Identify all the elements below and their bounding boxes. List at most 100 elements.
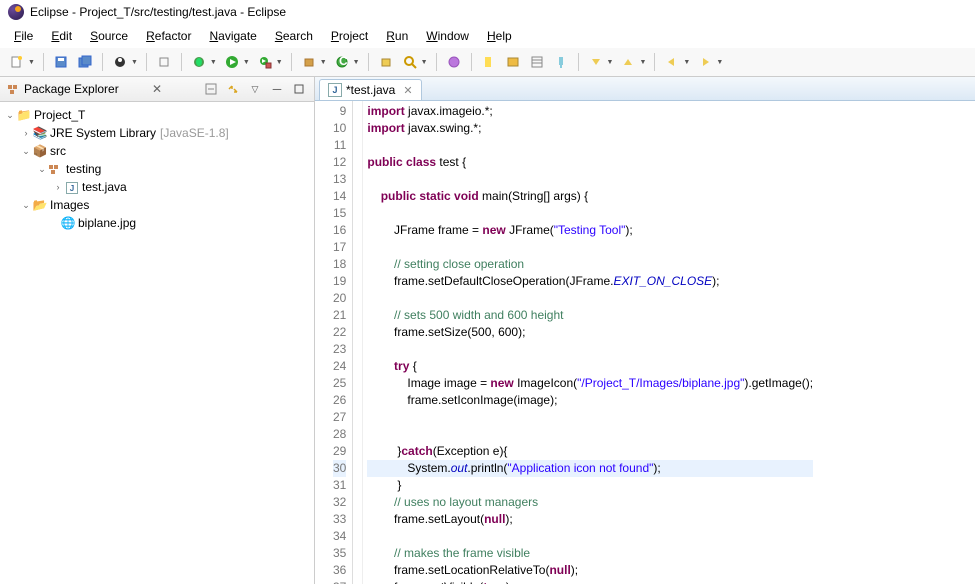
toggle-block-button[interactable] [502, 51, 524, 73]
line-number[interactable]: 22 [333, 324, 346, 341]
menu-project[interactable]: Project [323, 26, 376, 46]
code-line[interactable] [367, 426, 813, 443]
dropdown-arrow-icon[interactable]: ▼ [320, 59, 327, 66]
editor-tab[interactable]: J *test.java ✕ [319, 79, 422, 100]
dropdown-arrow-icon[interactable]: ▼ [131, 59, 138, 66]
menu-source[interactable]: Source [82, 26, 136, 46]
dropdown-arrow-icon[interactable]: ▼ [421, 59, 428, 66]
code-line[interactable] [367, 290, 813, 307]
code-line[interactable]: System.out.println("Application icon not… [367, 460, 813, 477]
save-button[interactable] [50, 51, 72, 73]
expand-icon[interactable]: ⌄ [4, 110, 16, 121]
dropdown-arrow-icon[interactable]: ▼ [607, 59, 614, 66]
menu-window[interactable]: Window [418, 26, 477, 46]
code-line[interactable] [367, 239, 813, 256]
dropdown-arrow-icon[interactable]: ▼ [243, 59, 250, 66]
line-number[interactable]: 12 [333, 154, 346, 171]
line-number[interactable]: 14 [333, 188, 346, 205]
close-icon[interactable]: ✕ [403, 84, 412, 97]
view-menu-button[interactable]: ▽ [246, 80, 264, 98]
line-number[interactable]: 37 [333, 579, 346, 584]
code-line[interactable]: frame.setSize(500, 600); [367, 324, 813, 341]
line-number[interactable]: 21 [333, 307, 346, 324]
minimize-button[interactable]: ─ [268, 80, 286, 98]
line-number[interactable]: 13 [333, 171, 346, 188]
line-number[interactable]: 29 [333, 443, 346, 460]
line-number[interactable]: 24 [333, 358, 346, 375]
dropdown-arrow-icon[interactable]: ▼ [28, 59, 35, 66]
project-tree[interactable]: ⌄ 📁 Project_T › 📚 JRE System Library [Ja… [0, 102, 314, 584]
line-number[interactable]: 36 [333, 562, 346, 579]
tree-project[interactable]: ⌄ 📁 Project_T [0, 106, 314, 124]
code-line[interactable]: // uses no layout managers [367, 494, 813, 511]
collapse-all-button[interactable] [202, 80, 220, 98]
code-line[interactable]: }catch(Exception e){ [367, 443, 813, 460]
expand-icon[interactable]: ⌄ [20, 200, 32, 211]
tree-jre[interactable]: › 📚 JRE System Library [JavaSE-1.8] [0, 124, 314, 142]
expand-icon[interactable]: ⌄ [36, 164, 48, 175]
tree-java-file[interactable]: › J test.java [0, 178, 314, 196]
line-number[interactable]: 18 [333, 256, 346, 273]
close-icon[interactable]: ✕ [150, 82, 164, 96]
line-number[interactable]: 11 [333, 137, 346, 154]
line-number[interactable]: 30 [333, 460, 346, 477]
line-number[interactable]: 15 [333, 205, 346, 222]
pin-button[interactable] [550, 51, 572, 73]
prev-annotation-button[interactable] [617, 51, 639, 73]
line-number[interactable]: 16 [333, 222, 346, 239]
new-button[interactable] [6, 51, 28, 73]
open-type-button[interactable] [375, 51, 397, 73]
code-line[interactable]: public class test { [367, 154, 813, 171]
line-number[interactable]: 35 [333, 545, 346, 562]
dropdown-arrow-icon[interactable]: ▼ [210, 59, 217, 66]
dropdown-arrow-icon[interactable]: ▼ [276, 59, 283, 66]
show-whitespace-button[interactable] [526, 51, 548, 73]
next-annotation-button[interactable] [585, 51, 607, 73]
line-number[interactable]: 32 [333, 494, 346, 511]
line-number[interactable]: 17 [333, 239, 346, 256]
expand-icon[interactable]: › [52, 182, 64, 192]
code-line[interactable]: import javax.swing.*; [367, 120, 813, 137]
line-gutter[interactable]: 9101112131415161718192021222324252627282… [315, 101, 353, 584]
tree-image-file[interactable]: 🌐 biplane.jpg [0, 214, 314, 232]
code-line[interactable]: public static void main(String[] args) { [367, 188, 813, 205]
dropdown-arrow-icon[interactable]: ▼ [683, 59, 690, 66]
menu-help[interactable]: Help [479, 26, 520, 46]
debug-button[interactable] [188, 51, 210, 73]
code-line[interactable]: frame.setDefaultCloseOperation(JFrame.EX… [367, 273, 813, 290]
tree-src[interactable]: ⌄ 📦 src [0, 142, 314, 160]
new-class-button[interactable]: C [331, 51, 353, 73]
back-button[interactable] [661, 51, 683, 73]
expand-icon[interactable]: › [20, 128, 32, 138]
code-line[interactable]: frame.setVisible(true); [367, 579, 813, 584]
forward-button[interactable] [694, 51, 716, 73]
menu-refactor[interactable]: Refactor [138, 26, 199, 46]
line-number[interactable]: 34 [333, 528, 346, 545]
new-package-button[interactable] [298, 51, 320, 73]
expand-icon[interactable]: ⌄ [20, 146, 32, 157]
code-line[interactable] [367, 171, 813, 188]
folding-bar[interactable] [353, 101, 363, 584]
code-line[interactable]: // sets 500 width and 600 height [367, 307, 813, 324]
perspective-button[interactable] [109, 51, 131, 73]
code-line[interactable]: frame.setLayout(null); [367, 511, 813, 528]
code-line[interactable] [367, 137, 813, 154]
line-number[interactable]: 25 [333, 375, 346, 392]
line-number[interactable]: 27 [333, 409, 346, 426]
line-number[interactable]: 9 [333, 103, 346, 120]
menu-search[interactable]: Search [267, 26, 321, 46]
code-line[interactable]: import javax.imageio.*; [367, 103, 813, 120]
code-line[interactable]: } [367, 477, 813, 494]
menu-navigate[interactable]: Navigate [201, 26, 264, 46]
menu-edit[interactable]: Edit [43, 26, 80, 46]
code-content[interactable]: import javax.imageio.*;import javax.swin… [363, 101, 813, 584]
line-number[interactable]: 26 [333, 392, 346, 409]
code-line[interactable]: JFrame frame = new JFrame("Testing Tool"… [367, 222, 813, 239]
save-all-button[interactable] [74, 51, 96, 73]
task-button[interactable] [443, 51, 465, 73]
build-button[interactable] [153, 51, 175, 73]
tree-folder[interactable]: ⌄ 📂 Images [0, 196, 314, 214]
dropdown-arrow-icon[interactable]: ▼ [639, 59, 646, 66]
code-line[interactable]: frame.setIconImage(image); [367, 392, 813, 409]
line-number[interactable]: 10 [333, 120, 346, 137]
